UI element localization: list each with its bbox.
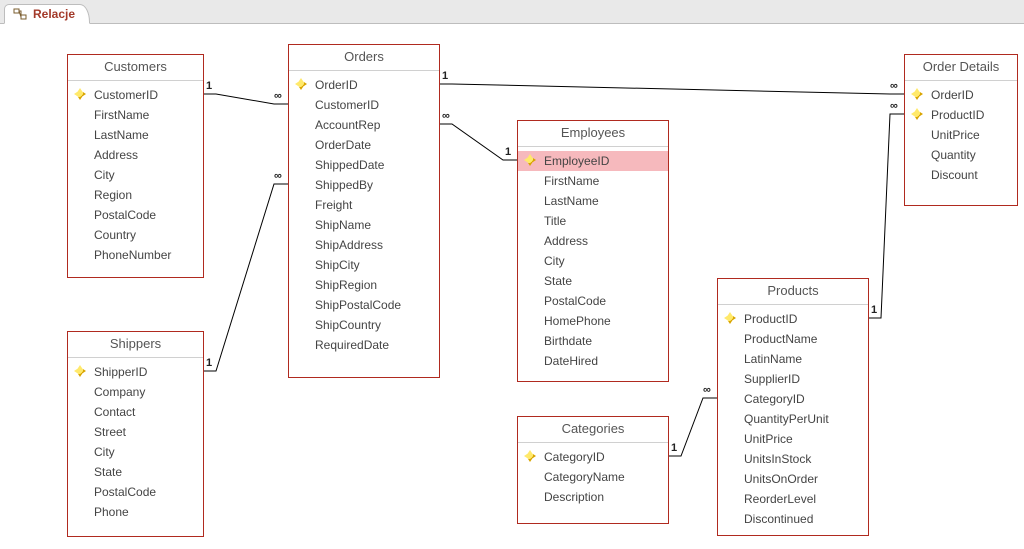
field-list: ProductIDProductNameLatinNameSupplierIDC… bbox=[718, 305, 868, 535]
field[interactable]: Address bbox=[68, 145, 203, 165]
field-list: OrderIDProductIDUnitPriceQuantityDiscoun… bbox=[905, 81, 1017, 191]
cardinality-label: ∞ bbox=[274, 90, 282, 102]
field[interactable]: Discount bbox=[905, 165, 1017, 185]
field[interactable]: PostalCode bbox=[518, 291, 668, 311]
cardinality-label: ∞ bbox=[442, 110, 450, 122]
table-title: Order Details bbox=[905, 55, 1017, 81]
cardinality-label: 1 bbox=[206, 357, 212, 369]
cardinality-label: ∞ bbox=[274, 170, 282, 182]
field-pk[interactable]: CategoryID bbox=[518, 447, 668, 467]
field[interactable]: LatinName bbox=[718, 349, 868, 369]
cardinality-label: ∞ bbox=[890, 80, 898, 92]
field[interactable]: ReorderLevel bbox=[718, 489, 868, 509]
table-shippers[interactable]: ShippersShipperIDCompanyContactStreetCit… bbox=[67, 331, 204, 537]
field-list: CustomerIDFirstNameLastNameAddressCityRe… bbox=[68, 81, 203, 271]
cardinality-label: 1 bbox=[671, 442, 677, 454]
field[interactable]: LastName bbox=[518, 191, 668, 211]
table-categories[interactable]: CategoriesCategoryIDCategoryNameDescript… bbox=[517, 416, 669, 524]
field[interactable]: ShipPostalCode bbox=[289, 295, 439, 315]
field[interactable]: Region bbox=[68, 185, 203, 205]
field[interactable]: CategoryID bbox=[718, 389, 868, 409]
table-title: Employees bbox=[518, 121, 668, 147]
field[interactable]: Company bbox=[68, 382, 203, 402]
field-list: OrderIDCustomerIDAccountRepOrderDateShip… bbox=[289, 71, 439, 361]
field-list: EmployeeIDFirstNameLastNameTitleAddressC… bbox=[518, 147, 668, 377]
table-products[interactable]: ProductsProductIDProductNameLatinNameSup… bbox=[717, 278, 869, 536]
field-pk[interactable]: ProductID bbox=[718, 309, 868, 329]
field[interactable]: Address bbox=[518, 231, 668, 251]
field[interactable]: OrderDate bbox=[289, 135, 439, 155]
relationships-icon bbox=[13, 7, 27, 21]
field[interactable]: FirstName bbox=[518, 171, 668, 191]
field[interactable]: ProductName bbox=[718, 329, 868, 349]
field[interactable]: PostalCode bbox=[68, 205, 203, 225]
table-title: Shippers bbox=[68, 332, 203, 358]
cardinality-label: 1 bbox=[442, 70, 448, 82]
field-list: CategoryIDCategoryNameDescription bbox=[518, 443, 668, 513]
field[interactable]: RequiredDate bbox=[289, 335, 439, 355]
cardinality-label: ∞ bbox=[890, 100, 898, 112]
field[interactable]: Quantity bbox=[905, 145, 1017, 165]
cardinality-label: 1 bbox=[505, 146, 511, 158]
table-title: Products bbox=[718, 279, 868, 305]
field[interactable]: CategoryName bbox=[518, 467, 668, 487]
field[interactable]: State bbox=[518, 271, 668, 291]
field[interactable]: Contact bbox=[68, 402, 203, 422]
field[interactable]: Title bbox=[518, 211, 668, 231]
field-pk[interactable]: CustomerID bbox=[68, 85, 203, 105]
field[interactable]: Phone bbox=[68, 502, 203, 522]
field[interactable]: LastName bbox=[68, 125, 203, 145]
field[interactable]: UnitPrice bbox=[905, 125, 1017, 145]
table-employees[interactable]: EmployeesEmployeeIDFirstNameLastNameTitl… bbox=[517, 120, 669, 382]
field[interactable]: Description bbox=[518, 487, 668, 507]
field-list: ShipperIDCompanyContactStreetCityStatePo… bbox=[68, 358, 203, 528]
field[interactable]: Country bbox=[68, 225, 203, 245]
cardinality-label: 1 bbox=[206, 80, 212, 92]
field[interactable]: Freight bbox=[289, 195, 439, 215]
field-pk[interactable]: ProductID bbox=[905, 105, 1017, 125]
field[interactable]: AccountRep bbox=[289, 115, 439, 135]
tab-relationships[interactable]: Relacje bbox=[4, 4, 90, 24]
field[interactable]: HomePhone bbox=[518, 311, 668, 331]
field[interactable]: ShipName bbox=[289, 215, 439, 235]
field[interactable]: ShipRegion bbox=[289, 275, 439, 295]
field-pk[interactable]: OrderID bbox=[289, 75, 439, 95]
field[interactable]: Discontinued bbox=[718, 509, 868, 529]
field[interactable]: UnitPrice bbox=[718, 429, 868, 449]
table-orderdetails[interactable]: Order DetailsOrderIDProductIDUnitPriceQu… bbox=[904, 54, 1018, 206]
table-orders[interactable]: OrdersOrderIDCustomerIDAccountRepOrderDa… bbox=[288, 44, 440, 378]
field[interactable]: City bbox=[68, 165, 203, 185]
field[interactable]: PhoneNumber bbox=[68, 245, 203, 265]
field[interactable]: PostalCode bbox=[68, 482, 203, 502]
field[interactable]: UnitsOnOrder bbox=[718, 469, 868, 489]
tab-label: Relacje bbox=[33, 7, 75, 21]
tab-strip: Relacje bbox=[0, 0, 1024, 24]
field[interactable]: ShippedBy bbox=[289, 175, 439, 195]
field[interactable]: Birthdate bbox=[518, 331, 668, 351]
field[interactable]: DateHired bbox=[518, 351, 668, 371]
field[interactable]: ShipAddress bbox=[289, 235, 439, 255]
relationships-canvas[interactable]: CustomersCustomerIDFirstNameLastNameAddr… bbox=[0, 24, 1024, 549]
cardinality-label: ∞ bbox=[703, 384, 711, 396]
field[interactable]: ShippedDate bbox=[289, 155, 439, 175]
table-title: Categories bbox=[518, 417, 668, 443]
field[interactable]: UnitsInStock bbox=[718, 449, 868, 469]
cardinality-label: 1 bbox=[871, 304, 877, 316]
field[interactable]: FirstName bbox=[68, 105, 203, 125]
field[interactable]: City bbox=[68, 442, 203, 462]
field[interactable]: SupplierID bbox=[718, 369, 868, 389]
field-pk[interactable]: ShipperID bbox=[68, 362, 203, 382]
field-pk[interactable]: EmployeeID bbox=[518, 151, 668, 171]
table-customers[interactable]: CustomersCustomerIDFirstNameLastNameAddr… bbox=[67, 54, 204, 278]
field-pk[interactable]: OrderID bbox=[905, 85, 1017, 105]
table-title: Customers bbox=[68, 55, 203, 81]
field[interactable]: State bbox=[68, 462, 203, 482]
field[interactable]: City bbox=[518, 251, 668, 271]
field[interactable]: ShipCountry bbox=[289, 315, 439, 335]
table-title: Orders bbox=[289, 45, 439, 71]
field[interactable]: QuantityPerUnit bbox=[718, 409, 868, 429]
field[interactable]: Street bbox=[68, 422, 203, 442]
field[interactable]: ShipCity bbox=[289, 255, 439, 275]
field[interactable]: CustomerID bbox=[289, 95, 439, 115]
